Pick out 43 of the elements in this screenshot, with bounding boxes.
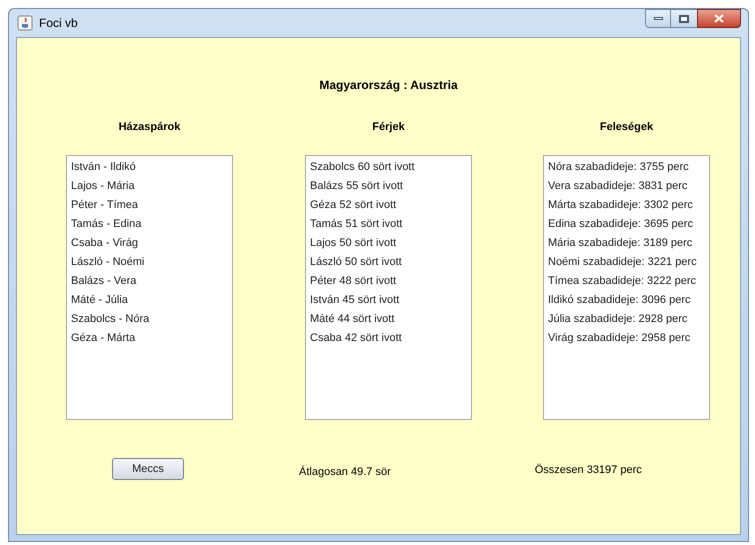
list-item[interactable]: Géza 52 sört ivott xyxy=(310,196,467,215)
minimize-button[interactable] xyxy=(645,9,671,28)
list-item[interactable]: Géza - Márta xyxy=(71,329,228,348)
list-item[interactable]: Péter - Tímea xyxy=(71,196,228,215)
list-item[interactable]: Tímea szabadideje: 3222 perc xyxy=(548,272,705,291)
match-title: Magyarország : Ausztria xyxy=(319,77,458,94)
list-item[interactable]: Péter 48 sört ivott xyxy=(310,272,467,291)
column-heading: Házaspárok xyxy=(118,120,180,135)
list-item[interactable]: Lajos 50 sört ivott xyxy=(310,234,467,253)
list-item[interactable]: Virág szabadideje: 2958 perc xyxy=(548,329,705,348)
list-item[interactable]: Lajos - Mária xyxy=(71,177,228,196)
close-button[interactable] xyxy=(697,9,741,28)
list-item[interactable]: Edina szabadideje: 3695 perc xyxy=(548,215,705,234)
app-icon xyxy=(17,15,33,31)
match-button[interactable]: Meccs xyxy=(112,458,184,480)
list-item[interactable]: Ildikó szabadideje: 3096 perc xyxy=(548,291,705,310)
list-item[interactable]: László 50 sört ivott xyxy=(310,253,467,272)
list-item[interactable]: Balázs - Vera xyxy=(71,272,228,291)
column-heading: Férjek xyxy=(372,120,405,135)
list-item[interactable]: László - Noémi xyxy=(71,253,228,272)
list-item[interactable]: Tamás - Edina xyxy=(71,215,228,234)
list-item[interactable]: Júlia szabadideje: 2928 perc xyxy=(548,310,705,329)
list-item[interactable]: István 45 sört ivott xyxy=(310,291,467,310)
list-item[interactable]: Nóra szabadideje: 3755 perc xyxy=(548,158,705,177)
list-item[interactable]: Balázs 55 sört ivott xyxy=(310,177,467,196)
list-item[interactable]: Mária szabadideje: 3189 perc xyxy=(548,234,705,253)
list-item[interactable]: Vera szabadideje: 3831 perc xyxy=(548,177,705,196)
total-label: Összesen 33197 perc xyxy=(534,462,642,478)
list-item[interactable]: Szabolcs 60 sört ivott xyxy=(310,158,467,177)
list-item[interactable]: Tamás 51 sört ivott xyxy=(310,215,467,234)
list-item[interactable]: Márta szabadideje: 3302 perc xyxy=(548,196,705,215)
list-item[interactable]: Máté 44 sört ivott xyxy=(310,310,467,329)
list-item[interactable]: Csaba - Virág xyxy=(71,234,228,253)
list-item[interactable]: Máté - Júlia xyxy=(71,291,228,310)
list-item[interactable]: Csaba 42 sört ivott xyxy=(310,329,467,348)
list-item[interactable]: István - Ildikó xyxy=(71,158,228,177)
maximize-button[interactable] xyxy=(671,9,697,28)
average-label: Átlagosan 49.7 sör xyxy=(299,464,391,480)
window-title: Foci vb xyxy=(39,15,78,32)
list-item[interactable]: Noémi szabadideje: 3221 perc xyxy=(548,253,705,272)
list-item[interactable]: Szabolcs - Nóra xyxy=(71,310,228,329)
close-icon xyxy=(714,14,724,23)
column-heading: Feleségek xyxy=(600,120,654,135)
